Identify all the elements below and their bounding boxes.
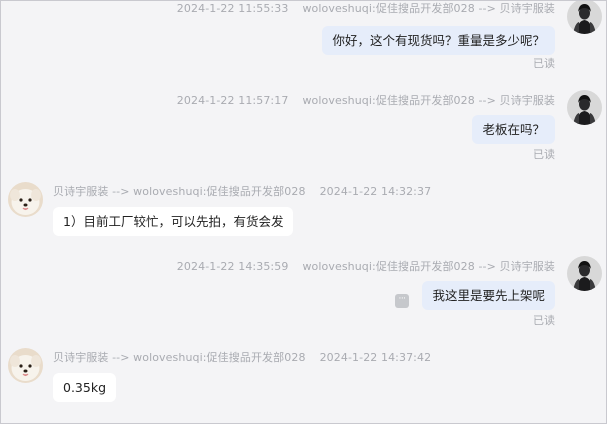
message-route: woloveshuqi:促佳搜品开发部028 --> 贝诗宇服装 — [302, 94, 555, 107]
message-time: 2024-1-22 11:57:17 — [176, 94, 289, 107]
message-time: 2024-1-22 14:32:37 — [319, 185, 432, 198]
dark-figure-avatar-icon — [567, 90, 602, 125]
read-status: 已读 — [533, 57, 555, 70]
self-avatar[interactable] — [567, 256, 602, 291]
message-meta: 2024-1-22 14:35:59 woloveshuqi:促佳搜品开发部028… — [177, 258, 555, 274]
self-avatar[interactable] — [567, 1, 602, 34]
message-route: woloveshuqi:促佳搜品开发部028 --> 贝诗宇服装 — [302, 2, 555, 15]
message-meta: 贝诗宇服装 --> woloveshuqi:促佳搜品开发部028 2024-1-2… — [53, 183, 431, 199]
dark-figure-avatar-icon — [567, 1, 602, 34]
self-avatar[interactable] — [567, 90, 602, 125]
read-status: 已读 — [533, 148, 555, 161]
message-time: 2024-1-22 11:55:33 — [176, 2, 289, 15]
message-bubble[interactable]: 你好，这个有现货吗？重量是多少呢？ — [322, 26, 555, 55]
fluffy-dog-avatar-icon — [8, 182, 43, 217]
message-bubble[interactable]: 老板在吗？ — [472, 115, 555, 144]
message-meta: 2024-1-22 11:55:33 woloveshuqi:促佳搜品开发部028… — [176, 1, 555, 16]
message-bubble[interactable]: 0.35kg — [53, 373, 117, 402]
message-route: 贝诗宇服装 --> woloveshuqi:促佳搜品开发部028 — [53, 185, 306, 198]
more-options-icon[interactable]: ··· — [395, 294, 409, 308]
dark-figure-avatar-icon — [567, 256, 602, 291]
message-bubble[interactable]: 我这里是要先上架呢 — [422, 281, 555, 310]
message-meta: 2024-1-22 11:57:17 woloveshuqi:促佳搜品开发部028… — [177, 92, 555, 108]
peer-avatar[interactable] — [8, 182, 43, 217]
fluffy-dog-avatar-icon — [8, 348, 43, 383]
peer-avatar[interactable] — [8, 348, 43, 383]
message-time: 2024-1-22 14:37:42 — [319, 351, 432, 364]
message-meta: 贝诗宇服装 --> woloveshuqi:促佳搜品开发部028 2024-1-2… — [53, 349, 431, 365]
message-route: woloveshuqi:促佳搜品开发部028 --> 贝诗宇服装 — [302, 260, 555, 273]
message-bubble[interactable]: 1）目前工厂较忙，可以先拍，有货会发 — [53, 207, 294, 236]
chat-history-panel: 2024-1-22 11:55:33 woloveshuqi:促佳搜品开发部028… — [0, 0, 607, 424]
message-route: 贝诗宇服装 --> woloveshuqi:促佳搜品开发部028 — [53, 351, 306, 364]
message-time: 2024-1-22 14:35:59 — [176, 260, 289, 273]
read-status: 已读 — [533, 314, 555, 327]
